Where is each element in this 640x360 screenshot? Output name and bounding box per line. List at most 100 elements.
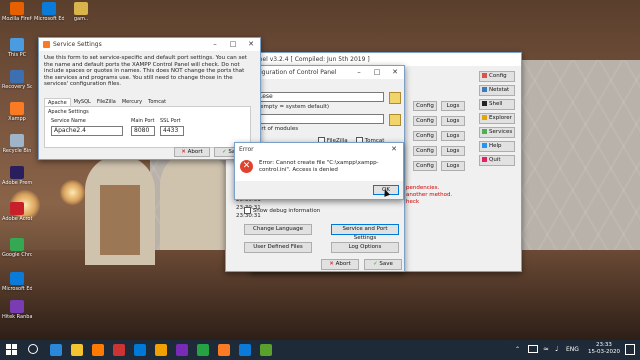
xampp-side-icon xyxy=(482,157,487,162)
desktop-icon[interactable]: Recycle Bin xyxy=(2,134,32,154)
taskbar-app-icon[interactable] xyxy=(197,344,209,356)
tab-tomcat[interactable]: Tomcat xyxy=(145,98,169,106)
xampp-side-button[interactable]: Netstat xyxy=(479,85,515,96)
taskbar-app-icon[interactable] xyxy=(113,344,125,356)
abort-button[interactable]: ✕ Abort xyxy=(321,259,359,270)
taskbar-app-icon[interactable] xyxy=(218,344,230,356)
module-config-button[interactable]: Config xyxy=(413,146,437,156)
desktop-icon[interactable]: Adobe Premiere xyxy=(2,166,32,186)
service-port-settings-button[interactable]: Service and Port Settings xyxy=(331,224,399,241)
service-settings-description: Use this form to set service-specific an… xyxy=(44,55,247,87)
taskbar-app-icon[interactable] xyxy=(50,344,62,356)
close-icon[interactable]: ✕ xyxy=(242,38,260,51)
xampp-side-icon xyxy=(482,115,487,120)
error-dialog: Error ✕ ✕ Error: Cannot create file "C:\… xyxy=(234,142,404,200)
wallpaper-lamp xyxy=(60,180,85,205)
ssl-port-label: SSL Port xyxy=(160,118,181,124)
error-title: Error xyxy=(239,146,254,153)
tab-mercury[interactable]: Mercury xyxy=(119,98,145,106)
clock[interactable]: 23:33 15-03-2020 xyxy=(588,342,620,356)
xampp-side-button[interactable]: Explorer xyxy=(479,113,515,124)
save-button[interactable]: ✓ Save xyxy=(364,259,402,270)
debug-option[interactable]: Show debug information xyxy=(244,207,320,214)
module-logs-button[interactable]: Logs xyxy=(441,131,465,141)
save-label: Save xyxy=(379,261,393,267)
taskbar-app-icon[interactable] xyxy=(134,344,146,356)
tab-mysql[interactable]: MySQL xyxy=(71,98,94,106)
module-logs-button[interactable]: Logs xyxy=(441,101,465,111)
ssl-port-input[interactable]: 4433 xyxy=(160,126,184,136)
desktop-icon[interactable]: Google Chrome xyxy=(2,238,32,258)
taskbar-app-icon[interactable] xyxy=(260,344,272,356)
notification-icon[interactable] xyxy=(625,344,635,355)
module-logs-button[interactable]: Logs xyxy=(441,146,465,156)
xampp-side-button[interactable]: Shell xyxy=(479,99,515,110)
maximize-icon[interactable]: □ xyxy=(224,38,242,51)
start-pane xyxy=(6,344,11,349)
main-port-input[interactable]: 8080 xyxy=(131,126,155,136)
close-icon[interactable]: ✕ xyxy=(386,66,404,79)
module-config-button[interactable]: Config xyxy=(413,161,437,171)
xampp-side-button[interactable]: Services xyxy=(479,127,515,138)
start-pane xyxy=(6,350,11,355)
checkbox-icon[interactable] xyxy=(244,207,251,214)
search-icon[interactable] xyxy=(28,344,38,354)
module-logs-button[interactable]: Logs xyxy=(441,116,465,126)
service-name-input[interactable]: Apache2.4 xyxy=(51,126,123,136)
taskbar-app-icon[interactable] xyxy=(176,344,188,356)
desktop-icon[interactable]: Xampp xyxy=(2,102,32,122)
minimize-icon[interactable]: – xyxy=(206,38,224,51)
abort-x-icon: ✕ xyxy=(181,149,186,155)
xampp-side-button[interactable]: Help xyxy=(479,141,515,152)
desktop-icon[interactable]: This PC xyxy=(2,38,32,58)
ss-abort-button[interactable]: ✕ Abort xyxy=(174,147,210,157)
desktop-icon[interactable]: Hitek Ranbaxy xyxy=(2,300,32,320)
close-icon[interactable]: ✕ xyxy=(385,143,403,156)
service-settings-title: Service Settings xyxy=(53,41,102,48)
desktop-icon[interactable]: Microsoft Edge xyxy=(2,272,32,292)
folder-icon[interactable] xyxy=(389,92,401,104)
ss-abort-label: Abort xyxy=(187,149,203,155)
change-language-button[interactable]: Change Language xyxy=(244,224,312,235)
start-pane xyxy=(12,350,17,355)
desktop-icon[interactable]: Adobe Acrobat DC xyxy=(2,202,32,222)
windows-start-icon[interactable] xyxy=(6,344,17,355)
network-icon[interactable]: ≈ xyxy=(543,345,549,353)
taskbar-app-icon[interactable] xyxy=(239,344,251,356)
maximize-icon[interactable]: □ xyxy=(368,66,386,79)
abort-x-icon: ✕ xyxy=(329,261,334,267)
log-options-button[interactable]: Log Options xyxy=(331,242,399,253)
app-icon xyxy=(10,2,24,15)
module-logs-button[interactable]: Logs xyxy=(441,161,465,171)
xampp-side-button[interactable]: Quit xyxy=(479,155,515,166)
taskbar: ⌃ ≈ ♩ ENG 23:33 15-03-2020 xyxy=(0,340,640,360)
desktop-icon[interactable]: Recovery Scree... xyxy=(2,70,32,90)
desktop-icon[interactable]: gam.. xyxy=(66,2,96,22)
app-icon xyxy=(10,134,24,147)
desktop-icon-label: Xampp xyxy=(8,116,26,122)
app-icon xyxy=(10,202,24,215)
xampp-logo-icon xyxy=(43,41,50,48)
tab-filezilla[interactable]: FileZilla xyxy=(94,98,119,106)
xampp-side-button[interactable]: Config xyxy=(479,71,515,82)
tray-chevron-icon[interactable]: ⌃ xyxy=(515,346,520,353)
xampp-side-label: Netstat xyxy=(489,87,510,93)
desktop-icon[interactable]: Mozilla Firefox xyxy=(2,2,32,22)
language-indicator[interactable]: ENG xyxy=(566,346,579,353)
volume-icon[interactable]: ♩ xyxy=(555,345,558,353)
browser-input[interactable] xyxy=(256,114,384,124)
desktop-icon[interactable]: Microsoft Edge xyxy=(34,2,64,22)
module-config-button[interactable]: Config xyxy=(413,101,437,111)
battery-icon[interactable] xyxy=(528,345,538,353)
log-line: heck xyxy=(406,199,420,205)
editor-input[interactable]: Lese xyxy=(256,92,384,102)
minimize-icon[interactable]: – xyxy=(350,66,368,79)
user-defined-files-button[interactable]: User Defined Files xyxy=(244,242,312,253)
taskbar-app-icon[interactable] xyxy=(92,344,104,356)
module-config-button[interactable]: Config xyxy=(413,131,437,141)
folder-icon[interactable] xyxy=(389,114,401,126)
tab-apache[interactable]: Apache xyxy=(44,98,71,106)
taskbar-app-icon[interactable] xyxy=(71,344,83,356)
module-config-button[interactable]: Config xyxy=(413,116,437,126)
taskbar-app-icon[interactable] xyxy=(155,344,167,356)
